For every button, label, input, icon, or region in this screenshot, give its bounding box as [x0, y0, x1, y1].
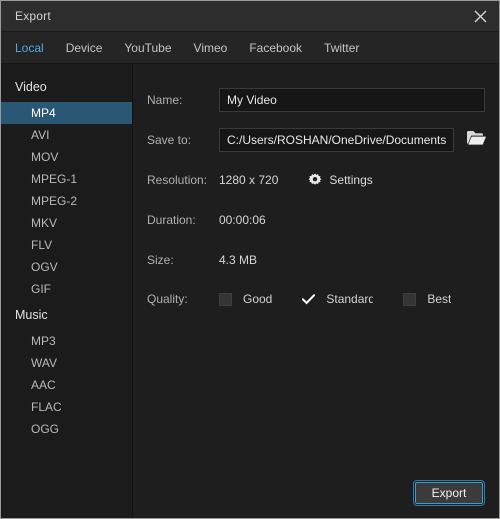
quality-option-good[interactable]: Good	[219, 292, 272, 306]
format-item-mkv[interactable]: MKV	[1, 212, 132, 234]
format-item-mov[interactable]: MOV	[1, 146, 132, 168]
format-sidebar[interactable]: Video MP4 AVI MOV MPEG-1 MPEG-2 MKV FLV OGV GIF Mu…	[1, 64, 133, 518]
saveto-label: Save to:	[147, 133, 192, 147]
quality-option-label: Standard	[326, 292, 374, 306]
quality-row: Quality: Good Standard Best	[133, 282, 499, 316]
saveto-input[interactable]	[219, 128, 454, 152]
checkbox-icon[interactable]	[219, 292, 232, 306]
tab-twitter[interactable]: Twitter	[324, 41, 359, 55]
folder-icon	[466, 129, 487, 151]
title-bar: Export	[1, 1, 499, 32]
format-item-mpeg-1[interactable]: MPEG-1	[1, 168, 132, 190]
format-item-avi[interactable]: AVI	[1, 124, 132, 146]
format-item-mpeg-2[interactable]: MPEG-2	[1, 190, 132, 212]
saveto-row: Save to:	[133, 122, 499, 158]
settings-label: Settings	[329, 173, 373, 187]
quality-option-best[interactable]: Best	[403, 292, 451, 306]
tab-local[interactable]: Local	[15, 41, 44, 55]
size-row: Size: 4.3 MB	[133, 242, 499, 278]
format-item-mp3[interactable]: MP3	[1, 330, 132, 352]
tab-facebook[interactable]: Facebook	[249, 41, 302, 55]
resolution-row: Resolution: 1280 x 720 Settings	[133, 162, 499, 198]
close-button[interactable]	[461, 1, 499, 31]
settings-button[interactable]: Settings	[308, 173, 373, 187]
size-label: Size:	[147, 253, 174, 267]
export-button[interactable]: Export	[415, 482, 483, 504]
resolution-value: 1280 x 720	[219, 173, 279, 187]
quality-option-standard[interactable]: Standard	[302, 292, 373, 306]
export-dialog: Export Local Device YouTube Vimeo Facebook Tw…	[0, 0, 500, 519]
dialog-body: Video MP4 AVI MOV MPEG-1 MPEG-2 MKV FLV OGV GIF Mu…	[1, 64, 499, 518]
format-item-wav[interactable]: WAV	[1, 352, 132, 374]
tab-device[interactable]: Device	[66, 41, 103, 55]
duration-label: Duration:	[147, 213, 196, 227]
main-panel: Name: Save to: Resolution: 1280	[133, 64, 499, 518]
name-row: Name:	[133, 82, 499, 118]
name-input[interactable]	[219, 88, 485, 112]
export-button-label: Export	[431, 486, 467, 500]
duration-row: Duration: 00:00:06	[133, 202, 499, 238]
quality-option-label: Best	[427, 292, 452, 306]
tab-youtube[interactable]: YouTube	[124, 41, 171, 55]
format-item-ogg[interactable]: OGG	[1, 418, 132, 440]
checkbox-icon[interactable]	[403, 292, 417, 306]
resolution-label: Resolution:	[147, 173, 208, 187]
size-value: 4.3 MB	[219, 253, 258, 267]
format-item-mp4[interactable]: MP4	[1, 102, 132, 124]
format-item-flv[interactable]: FLV	[1, 234, 132, 256]
quality-label: Quality:	[147, 292, 188, 306]
duration-value: 00:00:06	[219, 213, 266, 227]
format-item-gif[interactable]: GIF	[1, 278, 132, 300]
dialog-title: Export	[15, 9, 51, 23]
tab-bar: Local Device YouTube Vimeo Facebook Twitter	[1, 32, 499, 64]
gear-icon	[308, 173, 322, 187]
checkmark-icon[interactable]	[302, 293, 316, 306]
format-item-aac[interactable]: AAC	[1, 374, 132, 396]
name-label: Name:	[147, 93, 183, 107]
format-item-ogv[interactable]: OGV	[1, 256, 132, 278]
sidebar-group-video: Video	[15, 80, 47, 94]
format-item-flac[interactable]: FLAC	[1, 396, 132, 418]
browse-folder-button[interactable]	[464, 128, 488, 152]
tab-vimeo[interactable]: Vimeo	[194, 41, 228, 55]
close-icon	[474, 10, 487, 23]
quality-options: Good Standard Best	[219, 292, 481, 306]
sidebar-group-music: Music	[15, 308, 48, 322]
quality-option-label: Good	[243, 292, 273, 306]
